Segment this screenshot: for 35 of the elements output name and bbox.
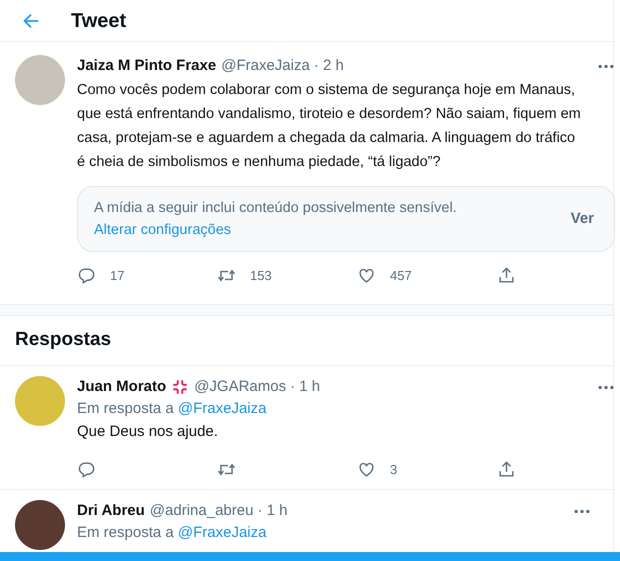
retweet-button[interactable]: 153 [217, 266, 357, 286]
view-button[interactable]: Ver [570, 208, 594, 230]
reply-button[interactable]: 17 [77, 266, 217, 286]
reply-icon [77, 460, 96, 480]
tweet-text: Como vocês podem colaborar com o sistema de segurança hoje em Manaus, que está enfrentando vandalismo, tiroteio e desordem? Não saiam, fiquem em casa, protejam-se e aguardem a chegada da calmaria. A linguagem do tráfico é cheia de simbolismos e nenhuma piedade, “tá ligado”? [77, 81, 582, 172]
share-icon [497, 460, 516, 480]
share-icon [497, 266, 516, 286]
reply-context: Em resposta a @FraxeJaiza [77, 523, 268, 543]
heart-icon [357, 266, 376, 286]
page-title: Tweet [71, 8, 126, 34]
notice-text: A mídia a seguir inclui conteúdo possivelmente sensível. Alterar configurações [94, 199, 458, 240]
section-heading: Respostas [15, 328, 112, 352]
more-icon [573, 508, 591, 514]
post-time[interactable]: · 1 h [290, 376, 320, 398]
heart-icon [357, 460, 376, 480]
heart-button[interactable]: 457 [357, 266, 497, 286]
author-handle[interactable]: @JGARamos [194, 376, 286, 398]
heart-button[interactable]: 3 [357, 460, 497, 480]
avatar-photo-placeholder[interactable] [15, 55, 65, 105]
post-time[interactable]: · 1 h [257, 500, 288, 522]
author-name[interactable]: Dri Abreu [77, 500, 145, 522]
author-handle[interactable]: @FraxeJaiza [221, 54, 310, 78]
mention-link[interactable]: @FraxeJaiza [178, 400, 266, 417]
reply-icon [77, 266, 96, 286]
change-settings-link[interactable]: Alterar configurações [94, 222, 232, 238]
mention-link[interactable]: @FraxeJaiza [178, 524, 266, 541]
post-time[interactable]: · 2 h [314, 54, 344, 78]
author-name[interactable]: Juan Morato [77, 376, 166, 398]
author-handle[interactable]: @adrina_abreu [150, 500, 254, 522]
author-name[interactable]: Jaiza M Pinto Fraxe [77, 54, 216, 78]
reply-text: Que Deus nos ajude. [77, 422, 219, 442]
reply-context: Em resposta a @FraxeJaiza [77, 399, 268, 419]
more-icon [597, 64, 615, 68]
more-icon [597, 384, 615, 390]
avatar-placeholder[interactable] [15, 500, 65, 550]
